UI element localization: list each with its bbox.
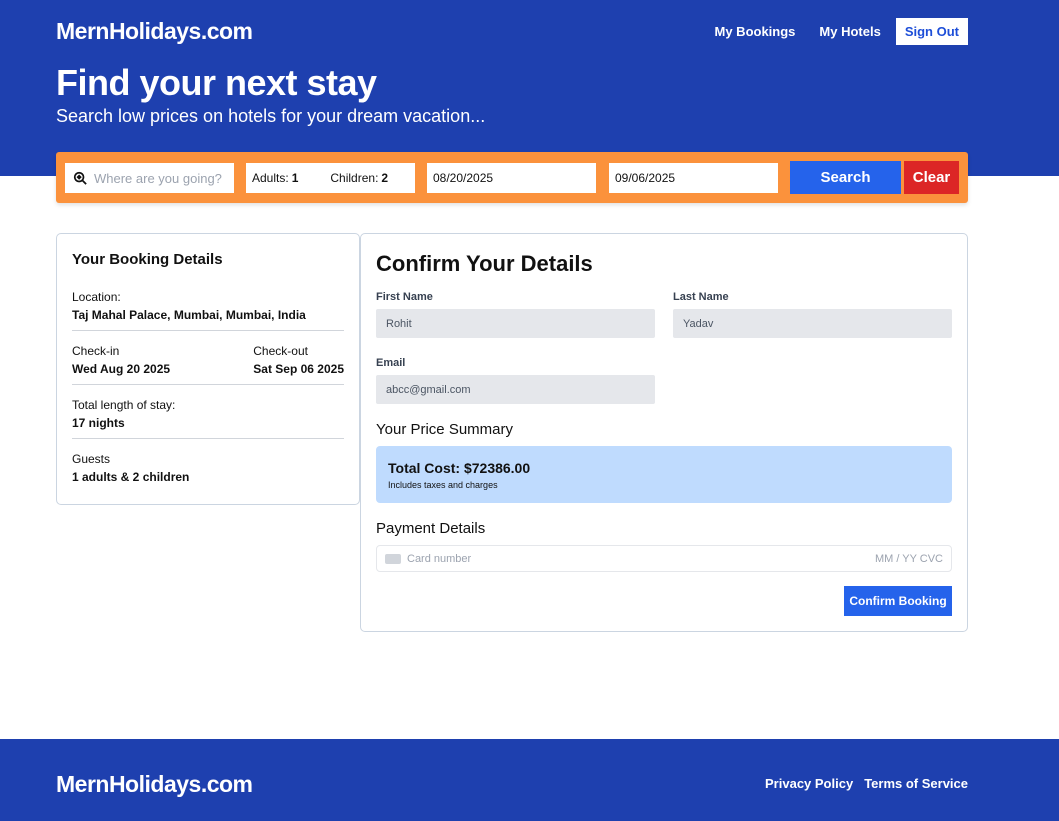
- hero-title: Find your next stay: [56, 62, 377, 103]
- last-name-field[interactable]: Yadav: [673, 309, 952, 338]
- top-nav: My Bookings My Hotels Sign Out: [703, 18, 968, 45]
- last-name-label: Last Name: [673, 291, 729, 303]
- card-exp-cvc-placeholder[interactable]: MM / YY CVC: [875, 553, 943, 565]
- checkout-value: Sat Sep 06 2025: [253, 362, 344, 376]
- adults-input[interactable]: 1: [292, 171, 299, 185]
- email-label: Email: [376, 357, 406, 369]
- first-name-label: First Name: [376, 291, 433, 303]
- site-logo[interactable]: MernHolidays.com: [56, 18, 253, 45]
- checkout-label: Check-out: [253, 344, 308, 358]
- footer-links: Privacy Policy Terms of Service: [765, 776, 968, 791]
- footer-logo[interactable]: MernHolidays.com: [56, 771, 253, 798]
- sign-out-button[interactable]: Sign Out: [895, 18, 968, 45]
- children-input[interactable]: 2: [381, 171, 388, 185]
- booking-details-title: Your Booking Details: [72, 251, 223, 268]
- first-name-field[interactable]: Rohit: [376, 309, 655, 338]
- last-name-group: Last Name Yadav: [673, 291, 952, 338]
- checkout-block: Check-out Sat Sep 06 2025: [253, 344, 344, 376]
- credit-card-icon: [385, 553, 401, 564]
- stay-value: 17 nights: [72, 416, 125, 430]
- guests-label: Guests: [72, 452, 111, 466]
- guests-field[interactable]: Adults: 1 Children: 2: [246, 163, 415, 193]
- search-bar: Adults: 1 Children: 2 08/20/2025 09/06/2…: [56, 152, 968, 203]
- checkout-date-input[interactable]: 09/06/2025: [609, 163, 778, 193]
- privacy-policy-link[interactable]: Privacy Policy: [765, 776, 853, 791]
- confirm-title: Confirm Your Details: [376, 251, 593, 276]
- confirm-details-form: Confirm Your Details First Name Rohit La…: [360, 233, 968, 632]
- my-bookings-link[interactable]: My Bookings: [703, 18, 808, 45]
- checkin-value: Wed Aug 20 2025: [72, 362, 171, 376]
- checkin-date-input[interactable]: 08/20/2025: [427, 163, 596, 193]
- first-name-group: First Name Rohit: [376, 291, 655, 338]
- dates-row: Check-in Wed Aug 20 2025 Check-out Sat S…: [72, 344, 344, 385]
- guests-value: 1 adults & 2 children: [72, 470, 190, 484]
- my-hotels-link[interactable]: My Hotels: [807, 18, 892, 45]
- stay-row: Total length of stay: 17 nights: [72, 398, 344, 439]
- search-button[interactable]: Search: [790, 161, 901, 194]
- terms-of-service-link[interactable]: Terms of Service: [864, 776, 968, 791]
- checkin-label: Check-in: [72, 344, 120, 358]
- map-search-icon: [73, 171, 87, 185]
- confirm-booking-button[interactable]: Confirm Booking: [844, 586, 952, 616]
- hero-subtitle: Search low prices on hotels for your dre…: [56, 106, 486, 126]
- location-row: Location: Taj Mahal Palace, Mumbai, Mumb…: [72, 290, 344, 331]
- email-group: Email abcc@gmail.com: [376, 357, 655, 404]
- card-input[interactable]: Card number MM / YY CVC: [376, 545, 952, 572]
- checkin-block: Check-in Wed Aug 20 2025: [72, 344, 170, 376]
- price-summary-title: Your Price Summary: [376, 421, 513, 438]
- location-label: Location:: [72, 290, 121, 304]
- footer: MernHolidays.com Privacy Policy Terms of…: [0, 739, 1059, 821]
- adults-group[interactable]: Adults: 1: [252, 171, 298, 185]
- clear-button[interactable]: Clear: [904, 161, 959, 194]
- name-row: First Name Rohit Last Name Yadav: [376, 291, 952, 338]
- destination-input[interactable]: [94, 170, 234, 186]
- price-summary-box: Total Cost: $72386.00 Includes taxes and…: [376, 446, 952, 503]
- price-note: Includes taxes and charges: [388, 480, 498, 490]
- destination-field[interactable]: [65, 163, 234, 193]
- payment-details-title: Payment Details: [376, 520, 486, 537]
- adults-label: Adults:: [252, 171, 289, 185]
- stay-label: Total length of stay:: [72, 398, 176, 412]
- children-group[interactable]: Children: 2: [330, 171, 388, 185]
- card-number-placeholder[interactable]: Card number: [407, 553, 471, 565]
- total-cost: Total Cost: $72386.00: [388, 460, 531, 476]
- booking-details-card: Your Booking Details Location: Taj Mahal…: [56, 233, 360, 505]
- email-field[interactable]: abcc@gmail.com: [376, 375, 655, 404]
- location-value: Taj Mahal Palace, Mumbai, Mumbai, India: [72, 308, 306, 322]
- children-label: Children:: [330, 171, 379, 185]
- guests-row: Guests 1 adults & 2 children: [72, 452, 344, 492]
